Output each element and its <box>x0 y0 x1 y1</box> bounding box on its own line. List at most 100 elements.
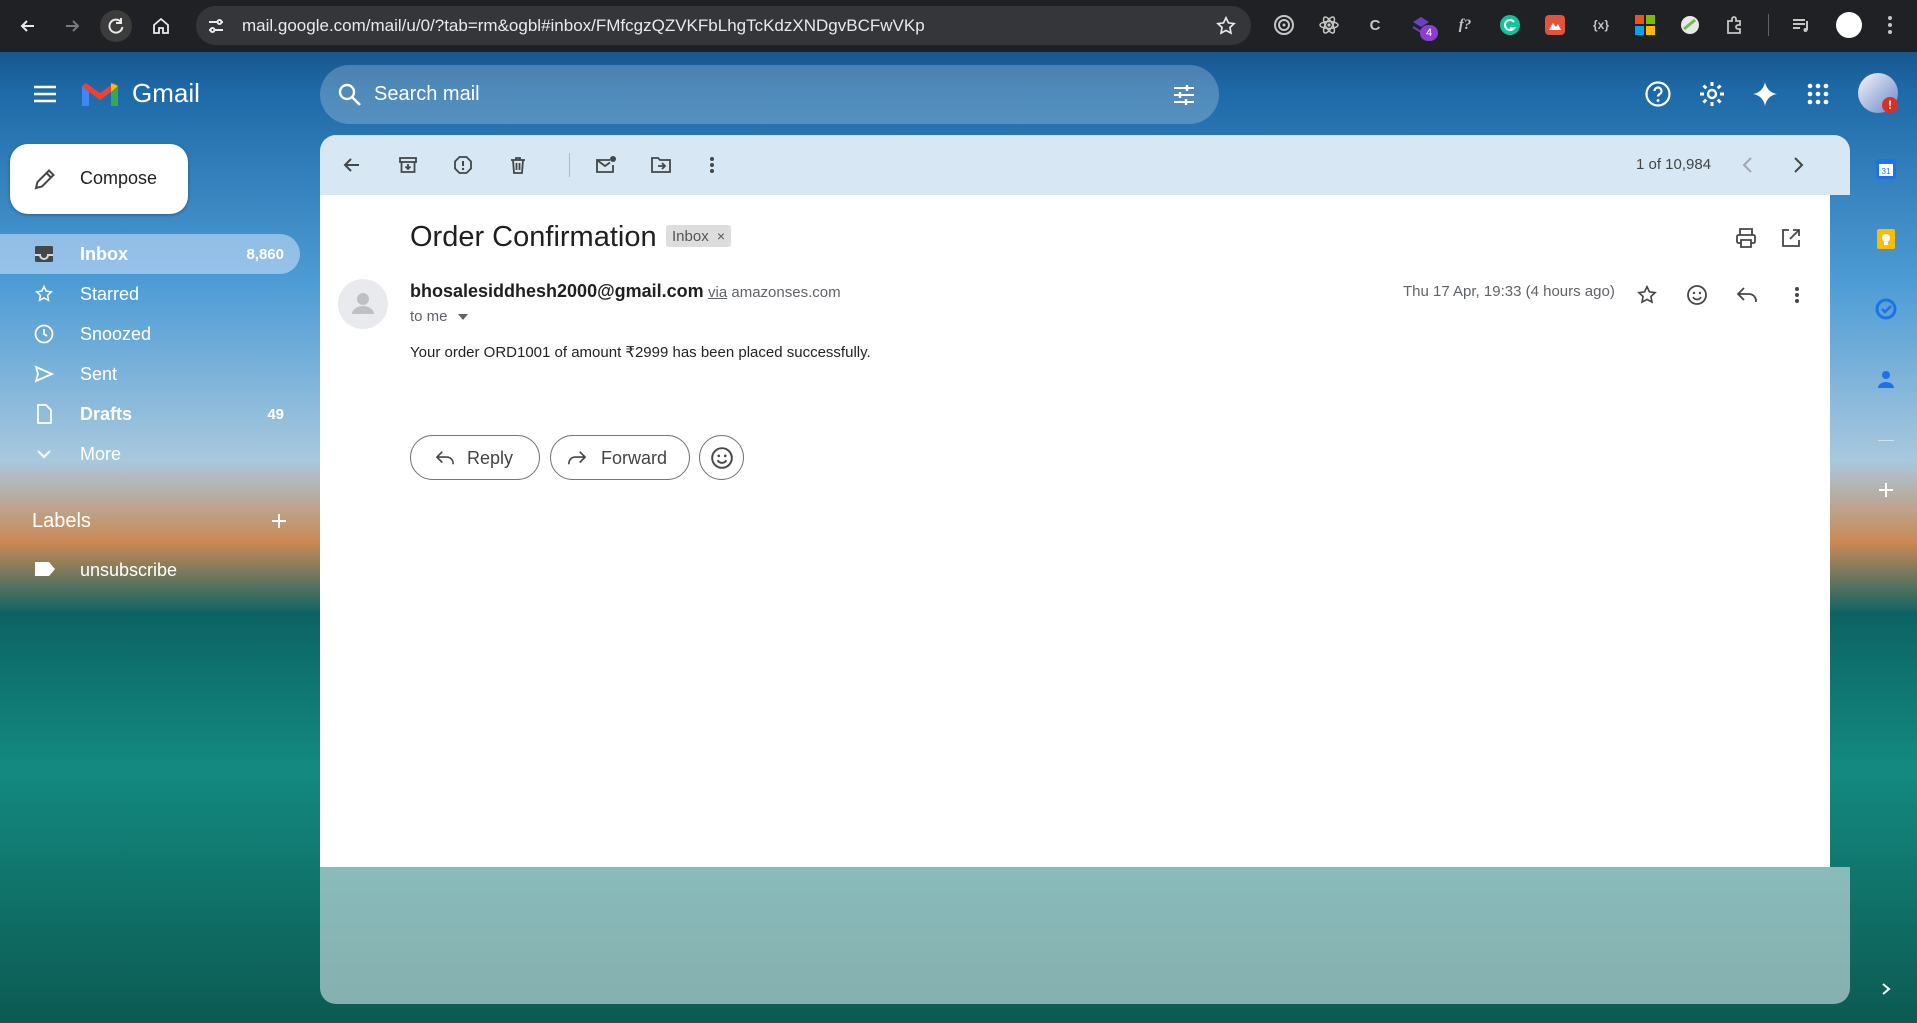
gemini-sparkle-icon[interactable] <box>1745 74 1785 114</box>
add-label-icon[interactable] <box>270 512 288 530</box>
star-message-icon[interactable] <box>1627 275 1667 315</box>
emoji-react-button[interactable] <box>699 435 744 480</box>
google-apps-icon[interactable] <box>1798 74 1838 114</box>
forward-nav-icon[interactable] <box>56 10 88 42</box>
keep-icon[interactable] <box>1872 225 1900 253</box>
sidebar-item-label: Starred <box>80 284 140 304</box>
print-icon[interactable] <box>1735 227 1757 249</box>
star-icon <box>34 284 54 304</box>
extension-orange-icon[interactable] <box>1542 12 1568 38</box>
sender-avatar[interactable] <box>338 279 388 329</box>
extension-braces-icon[interactable]: {x} <box>1588 12 1614 38</box>
more-options-icon[interactable] <box>694 147 730 183</box>
home-icon[interactable] <box>145 10 177 42</box>
calendar-icon[interactable]: 31 <box>1872 155 1900 183</box>
newer-chevron-left-icon[interactable] <box>1730 147 1766 183</box>
sidebar-item-more[interactable]: More <box>0 434 300 474</box>
reply-icon[interactable] <box>1727 275 1767 315</box>
via-domain-text: amazonses.com <box>731 284 841 301</box>
sidebar-item-label: Sent <box>80 364 118 384</box>
clock-icon <box>34 324 54 344</box>
message-more-icon[interactable] <box>1777 275 1817 315</box>
account-avatar[interactable]: ! <box>1858 73 1898 113</box>
sender-email[interactable]: bhosalesiddhesh2000@gmail.com <box>410 281 704 302</box>
contacts-icon[interactable] <box>1872 365 1900 393</box>
grammarly-icon[interactable] <box>1497 12 1523 38</box>
address-bar[interactable]: mail.google.com/mail/u/0/?tab=rm&ogbl#in… <box>196 6 1251 45</box>
chip-label: Inbox <box>672 228 709 245</box>
sidebar-item-label: Inbox <box>80 244 128 264</box>
gmail-logo-icon[interactable] <box>80 80 120 110</box>
via-link[interactable]: via <box>708 284 727 301</box>
sidebar-label-unsubscribe[interactable]: unsubscribe <box>0 550 300 590</box>
extension-microsoft-icon[interactable] <box>1632 12 1658 38</box>
gmail-logo-text[interactable]: Gmail <box>132 78 200 109</box>
reply-button[interactable]: Reply <box>410 435 540 480</box>
compose-label: Compose <box>80 168 158 188</box>
draft-icon <box>34 404 54 424</box>
remove-label-icon[interactable]: × <box>717 228 725 244</box>
browser-menu-icon[interactable] <box>1877 12 1903 38</box>
search-input[interactable] <box>374 65 1134 124</box>
older-chevron-right-icon[interactable] <box>1780 147 1816 183</box>
site-info-icon[interactable] <box>206 16 226 36</box>
unread-count: 8,860 <box>246 246 284 263</box>
labels-heading: Labels <box>32 510 91 532</box>
message-pane: Order Confirmation Inbox × bhosalesiddhe… <box>320 195 1830 867</box>
add-reaction-icon[interactable] <box>1677 275 1717 315</box>
back-icon[interactable] <box>12 10 44 42</box>
extension-ball-icon[interactable] <box>1677 12 1703 38</box>
get-addons-plus-icon[interactable] <box>1872 476 1900 504</box>
settings-gear-icon[interactable] <box>1692 74 1732 114</box>
send-icon <box>34 364 54 384</box>
main-menu-icon[interactable] <box>25 74 65 114</box>
reply-label: Reply <box>467 448 514 468</box>
sidebar-item-inbox[interactable]: Inbox 8,860 <box>0 234 300 274</box>
forward-button[interactable]: Forward <box>550 435 690 480</box>
expand-panel-chevron-icon[interactable] <box>1872 975 1900 1003</box>
sidebar-item-label: Snoozed <box>80 324 152 344</box>
reload-icon[interactable] <box>100 10 132 42</box>
profile-avatar-icon[interactable] <box>1836 12 1862 38</box>
move-to-icon[interactable] <box>643 147 679 183</box>
chevron-down-icon <box>34 444 54 464</box>
reply-arrow-icon <box>435 449 455 467</box>
sidebar-item-sent[interactable]: Sent <box>0 354 300 394</box>
sidebar-item-starred[interactable]: Starred <box>0 274 300 314</box>
extensions-puzzle-icon[interactable] <box>1722 12 1748 38</box>
sidebar-item-label: unsubscribe <box>80 560 178 580</box>
open-in-new-window-icon[interactable] <box>1780 227 1802 249</box>
pagination-text: 1 of 10,984 <box>1636 156 1712 173</box>
media-controls-icon[interactable] <box>1788 12 1814 38</box>
delete-trash-icon[interactable] <box>500 147 536 183</box>
extension-target-icon[interactable] <box>1271 12 1297 38</box>
search-bar[interactable] <box>320 65 1219 124</box>
sidebar-item-label: Drafts <box>80 404 133 424</box>
recipient-text: to me <box>410 308 448 325</box>
sidebar-item-drafts[interactable]: Drafts 49 <box>0 394 300 434</box>
via-domain: via amazonses.com <box>708 284 841 301</box>
search-options-icon[interactable] <box>1172 83 1196 107</box>
inbox-label-chip[interactable]: Inbox × <box>666 225 732 247</box>
forward-label: Forward <box>601 448 668 468</box>
extension-react-icon[interactable] <box>1316 12 1342 38</box>
url-text[interactable]: mail.google.com/mail/u/0/?tab=rm&ogbl#in… <box>242 16 925 36</box>
sidebar-item-label: More <box>80 444 122 464</box>
caret-down-icon[interactable] <box>457 314 468 321</box>
bookmark-star-icon[interactable] <box>1215 15 1237 37</box>
search-icon[interactable] <box>337 82 363 108</box>
recipient-details[interactable]: to me <box>410 308 468 325</box>
svg-text:31: 31 <box>1882 167 1891 176</box>
message-date: Thu 17 Apr, 19:33 (4 hours ago) <box>1403 283 1615 300</box>
mark-unread-icon[interactable] <box>588 147 624 183</box>
back-to-inbox-icon[interactable] <box>334 147 370 183</box>
sidebar-item-snoozed[interactable]: Snoozed <box>0 314 300 354</box>
tasks-icon[interactable] <box>1872 295 1900 323</box>
message-body: Your order ORD1001 of amount ₹2999 has b… <box>410 344 871 361</box>
extension-c-icon[interactable]: C <box>1362 12 1388 38</box>
help-icon[interactable] <box>1638 74 1678 114</box>
archive-icon[interactable] <box>390 147 426 183</box>
extension-formula-icon[interactable]: f? <box>1452 12 1478 38</box>
compose-button[interactable]: Compose <box>10 144 188 214</box>
report-spam-icon[interactable] <box>445 147 481 183</box>
